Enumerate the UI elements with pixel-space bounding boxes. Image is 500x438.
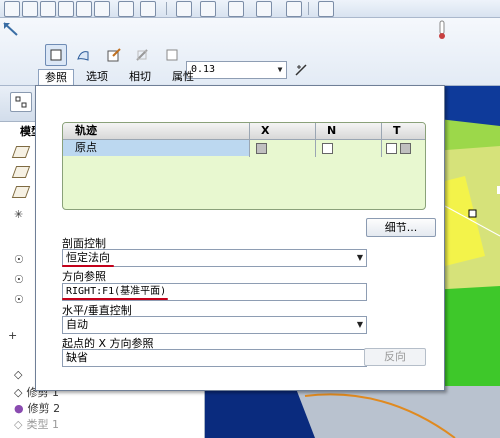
thickness-field[interactable]: 0.13 ▼ (186, 61, 287, 79)
col-x: X (261, 124, 270, 137)
tree-expander[interactable]: + (8, 327, 17, 343)
ribbon: 0.13 ▼ 参照 选项 相切 属性 (0, 18, 500, 87)
chevron-down-icon[interactable]: ▼ (357, 250, 363, 265)
tab-properties[interactable]: 属性 (166, 69, 200, 86)
top-toolbar (0, 0, 500, 18)
tree-item[interactable]: ☉ (14, 271, 24, 287)
n-checkbox[interactable] (322, 143, 333, 154)
feature-icon: ☉ (14, 252, 24, 266)
tool-icon[interactable] (22, 1, 38, 17)
tab-options[interactable]: 选项 (80, 69, 114, 86)
tool-icon[interactable] (76, 1, 92, 17)
sketch-icon (107, 48, 121, 62)
tree-icon (15, 96, 27, 108)
tool-icon[interactable] (118, 1, 134, 17)
direction-ref-label: 方向参照 (62, 270, 106, 283)
tree-item-trim-2[interactable]: ● 修剪 2 (14, 400, 60, 416)
view-icon[interactable] (256, 1, 272, 17)
solid-button[interactable] (45, 44, 67, 66)
tree-item[interactable]: ☉ (14, 251, 24, 267)
section-control-value: 恒定法向 (66, 251, 110, 264)
tree-item[interactable]: ☉ (14, 291, 24, 307)
t-checkbox[interactable] (386, 143, 397, 154)
trim-icon: ◇ (14, 385, 23, 399)
x-checkbox[interactable] (256, 143, 267, 154)
solid-icon (50, 49, 62, 61)
thicken-button[interactable] (161, 44, 183, 66)
hv-control-value: 自动 (66, 318, 88, 331)
sketch-button[interactable] (103, 44, 125, 66)
csys-icon: ✳ (14, 207, 24, 221)
view-icon[interactable] (286, 1, 302, 17)
plane-icon (11, 146, 31, 158)
tree-item-type-1[interactable]: ◇ 类型 1 (14, 416, 59, 432)
col-n: N (327, 124, 337, 137)
trim-icon: ◇ (14, 367, 23, 381)
trajectory-name: 原点 (63, 140, 249, 156)
thermometer-icon (436, 20, 448, 40)
details-button[interactable]: 细节... (366, 218, 436, 237)
flip-button: 反向 (364, 348, 426, 366)
tool-icon[interactable] (58, 1, 74, 17)
plus-icon: + (8, 328, 18, 342)
trajectory-table-header: 轨迹 X N T (63, 123, 425, 140)
view-icon[interactable] (228, 1, 244, 17)
tree-item-label: 类型 1 (26, 418, 59, 431)
tree-item[interactable]: ◇ (14, 366, 22, 382)
plane-icon (11, 186, 31, 198)
surface-icon (77, 51, 89, 61)
remove-material-icon (136, 49, 148, 61)
trajectory-table: 轨迹 X N T 原点 (62, 122, 426, 210)
tree-item[interactable]: ✳ (14, 206, 23, 222)
plane-icon (11, 166, 31, 178)
feature-icon: ☉ (14, 292, 24, 306)
cursor-icon[interactable] (318, 1, 334, 17)
view-icon[interactable] (176, 1, 192, 17)
tool-icon[interactable] (140, 1, 156, 17)
hv-control-select[interactable]: 自动 ▼ (62, 316, 367, 334)
start-x-dir-field[interactable]: 缺省 (62, 349, 367, 367)
chevron-down-icon[interactable]: ▼ (274, 62, 286, 78)
t-checkbox-2[interactable] (400, 143, 411, 154)
remove-material-button[interactable] (131, 44, 153, 66)
thicken-icon (166, 49, 178, 61)
direction-ref-value: RIGHT:F1(基准平面) (66, 286, 167, 297)
tool-icon[interactable] (40, 1, 56, 17)
feature-icon: ☉ (14, 272, 24, 286)
tree-item[interactable] (11, 164, 31, 180)
tab-tangency[interactable]: 相切 (123, 69, 157, 86)
chevron-down-icon[interactable]: ▼ (357, 317, 363, 332)
annotation-underline (62, 298, 168, 300)
sweep-feature-icon (2, 20, 20, 38)
tool-icon[interactable] (94, 1, 110, 17)
col-trajectory: 轨迹 (75, 124, 97, 137)
col-t: T (393, 124, 401, 137)
surface-button[interactable] (72, 44, 94, 66)
trajectory-row[interactable]: 原点 (63, 140, 425, 156)
start-x-dir-value: 缺省 (66, 351, 88, 364)
view-icon[interactable] (200, 1, 216, 17)
type-icon: ◇ (14, 417, 23, 431)
tree-item-label: 修剪 2 (27, 402, 61, 415)
tree-item[interactable] (11, 184, 31, 200)
annotation-underline (62, 265, 114, 267)
tree-view-button[interactable] (10, 92, 32, 112)
tree-item[interactable] (11, 144, 31, 160)
flip-thickness-button[interactable] (291, 60, 311, 80)
trim-icon: ● (14, 401, 24, 415)
tool-icon[interactable] (4, 1, 20, 17)
flip-icon (295, 64, 307, 76)
